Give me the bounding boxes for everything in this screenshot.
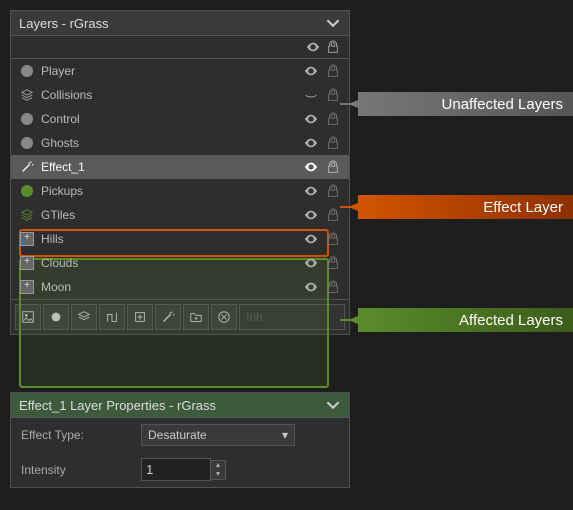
add-instance-layer-button[interactable] (43, 304, 69, 330)
effect-type-value: Desaturate (148, 428, 207, 442)
layers-list: Player Collisions Control Ghosts Effect_… (11, 59, 349, 299)
eye-icon[interactable] (303, 231, 319, 247)
layer-row[interactable]: + Hills (11, 227, 349, 251)
layer-name: Pickups (41, 184, 297, 198)
layer-properties-panel: Effect_1 Layer Properties - rGrass Effec… (10, 392, 350, 488)
lock-icon[interactable] (325, 231, 341, 247)
stepper-buttons: ▲ ▼ (211, 460, 226, 480)
add-folder-button[interactable] (183, 304, 209, 330)
lock-icon[interactable] (325, 159, 341, 175)
effect-type-row: Effect Type: Desaturate ▾ (11, 418, 349, 452)
add-path-layer-button[interactable] (99, 304, 125, 330)
layer-row[interactable]: Player (11, 59, 349, 83)
layer-name: Clouds (41, 256, 297, 270)
layers-header[interactable]: Layers - rGrass (11, 11, 349, 36)
callout-effect: Effect Layer (358, 195, 573, 219)
layer-name: Player (41, 64, 297, 78)
stack-icon (19, 87, 35, 103)
eye-closed-icon[interactable] (303, 87, 319, 103)
plus-icon: + (19, 279, 35, 295)
delete-layer-button[interactable] (211, 304, 237, 330)
intensity-row: Intensity ▲ ▼ (11, 452, 349, 487)
step-down-button[interactable]: ▼ (211, 470, 225, 479)
layer-row[interactable]: + Moon (11, 275, 349, 299)
layer-name: Effect_1 (41, 160, 297, 174)
layer-row[interactable]: + Clouds (11, 251, 349, 275)
caret-down-icon: ▾ (282, 428, 288, 442)
layer-row[interactable]: Ghosts (11, 131, 349, 155)
eye-icon[interactable] (303, 183, 319, 199)
layer-row[interactable]: GTiles (11, 203, 349, 227)
properties-title: Effect_1 Layer Properties - rGrass (19, 398, 216, 413)
layer-row[interactable]: Control (11, 107, 349, 131)
properties-header[interactable]: Effect_1 Layer Properties - rGrass (11, 393, 349, 418)
lock-icon[interactable] (325, 63, 341, 79)
chevron-down-icon[interactable] (325, 15, 341, 31)
circle-icon (19, 183, 35, 199)
callout-affected: Affected Layers (358, 308, 573, 332)
layer-row-selected[interactable]: Effect_1 (11, 155, 349, 179)
eye-icon[interactable] (303, 279, 319, 295)
lock-icon[interactable] (325, 207, 341, 223)
add-tile-layer-button[interactable] (71, 304, 97, 330)
layer-row[interactable]: Pickups (11, 179, 349, 203)
plus-icon: + (19, 255, 35, 271)
step-up-button[interactable]: ▲ (211, 461, 225, 470)
add-background-layer-button[interactable] (15, 304, 41, 330)
layers-panel: Layers - rGrass Player Collisions Contro… (10, 10, 350, 335)
lock-icon[interactable] (325, 135, 341, 151)
eye-icon[interactable] (303, 63, 319, 79)
add-asset-layer-button[interactable] (127, 304, 153, 330)
panel-title: Layers - rGrass (19, 16, 109, 31)
inherit-field[interactable]: Inh (239, 304, 345, 330)
lock-icon[interactable] (325, 39, 341, 55)
effect-type-select[interactable]: Desaturate ▾ (141, 424, 295, 446)
eye-icon[interactable] (303, 159, 319, 175)
layer-name: Control (41, 112, 297, 126)
callout-unaffected: Unaffected Layers (358, 92, 573, 116)
intensity-input[interactable] (141, 458, 211, 481)
eye-icon[interactable] (303, 255, 319, 271)
add-effect-layer-button[interactable] (155, 304, 181, 330)
layer-name: GTiles (41, 208, 297, 222)
effect-type-label: Effect Type: (21, 428, 131, 442)
lock-icon[interactable] (325, 255, 341, 271)
layer-name: Collisions (41, 88, 297, 102)
eye-icon[interactable] (303, 135, 319, 151)
lock-icon[interactable] (325, 87, 341, 103)
wand-icon (19, 159, 35, 175)
eye-icon[interactable] (305, 39, 321, 55)
layer-name: Moon (41, 280, 297, 294)
stack-icon (19, 207, 35, 223)
chevron-down-icon[interactable] (325, 397, 341, 413)
global-layer-toggles (11, 36, 349, 59)
intensity-label: Intensity (21, 463, 131, 477)
circle-icon (19, 111, 35, 127)
lock-icon[interactable] (325, 111, 341, 127)
eye-icon[interactable] (303, 207, 319, 223)
lock-icon[interactable] (325, 279, 341, 295)
circle-icon (19, 63, 35, 79)
layer-row[interactable]: Collisions (11, 83, 349, 107)
circle-icon (19, 135, 35, 151)
layer-name: Hills (41, 232, 297, 246)
layer-name: Ghosts (41, 136, 297, 150)
eye-icon[interactable] (303, 111, 319, 127)
layers-toolbar: Inh (11, 299, 349, 334)
plus-icon: + (19, 231, 35, 247)
lock-icon[interactable] (325, 183, 341, 199)
intensity-stepper[interactable]: ▲ ▼ (141, 458, 226, 481)
